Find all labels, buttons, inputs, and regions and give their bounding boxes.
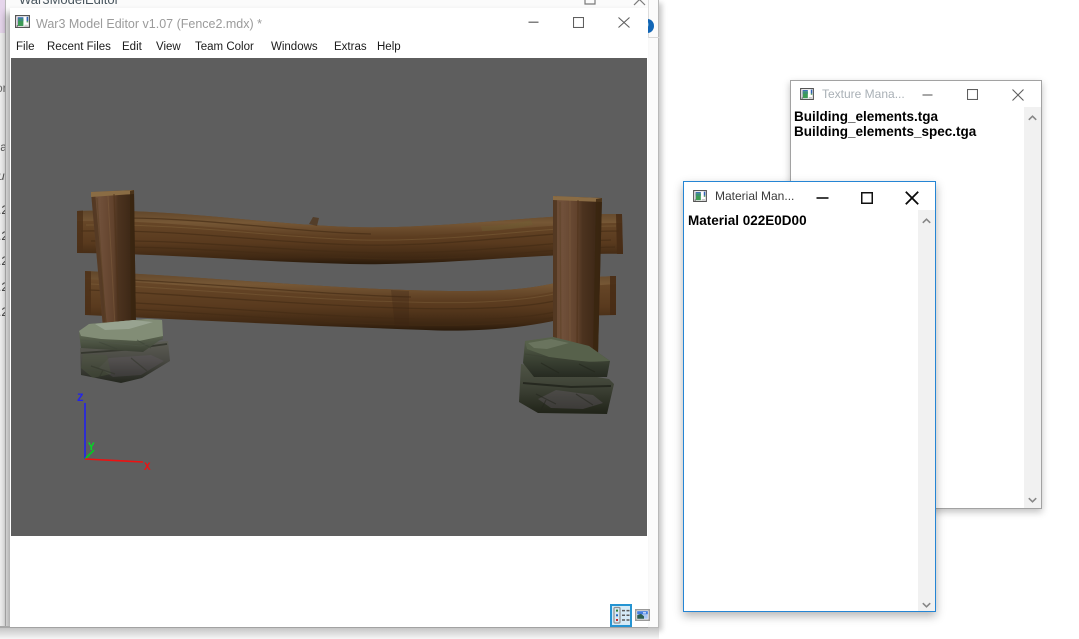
svg-text:Z: Z (77, 393, 84, 405)
svg-text:X: X (144, 462, 151, 474)
svg-text:Y: Y (88, 442, 95, 454)
